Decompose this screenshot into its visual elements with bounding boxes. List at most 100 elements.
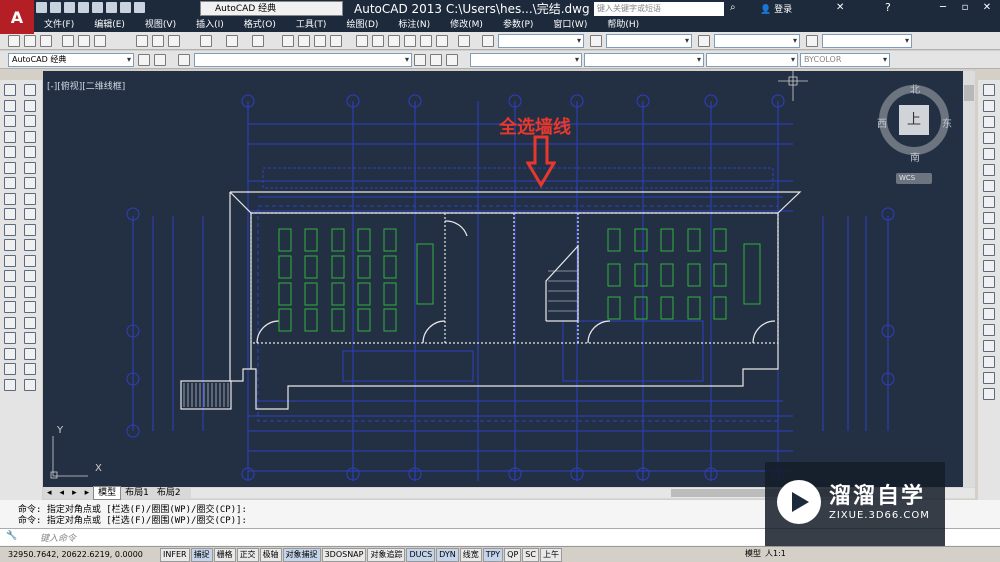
quick-dim-icon[interactable] — [983, 212, 995, 224]
polygon-icon[interactable] — [4, 130, 16, 143]
status-ortho[interactable]: 正交 — [236, 547, 259, 562]
rectangle-icon[interactable] — [4, 146, 16, 158]
restore-button[interactable]: ▫ — [954, 0, 976, 16]
array-icon[interactable] — [24, 146, 36, 158]
nav-prev-icon[interactable]: ◂ — [56, 487, 69, 499]
undo-icon[interactable] — [120, 2, 131, 13]
status-3dosnap[interactable]: 3DOSNAP — [321, 547, 367, 562]
multileader-style-icon[interactable] — [806, 35, 818, 47]
wcs-menu[interactable]: WCS — [896, 173, 932, 184]
stretch-icon[interactable] — [24, 208, 36, 220]
vertical-scrollbar[interactable] — [963, 71, 975, 487]
blend-icon[interactable] — [24, 347, 36, 360]
help-icon[interactable]: ? — [885, 1, 891, 14]
dim-space-icon[interactable] — [983, 260, 995, 272]
angular-icon[interactable] — [983, 196, 995, 208]
menu-parameter[interactable]: 参数(P) — [493, 18, 543, 32]
fillet-icon[interactable] — [24, 316, 36, 329]
multiline-text-icon[interactable] — [4, 363, 16, 375]
zoom-window-icon[interactable] — [314, 35, 326, 47]
arc-length-icon[interactable] — [983, 116, 995, 128]
point-icon[interactable] — [4, 285, 16, 298]
redo-icon[interactable] — [252, 35, 264, 47]
menu-tools[interactable]: 工具(T) — [286, 18, 337, 32]
undo-icon[interactable] — [226, 35, 238, 47]
wrench-icon[interactable]: 🔧 — [6, 531, 17, 541]
region-icon[interactable] — [4, 332, 16, 344]
continue-icon[interactable] — [983, 244, 995, 256]
paste-icon[interactable] — [168, 35, 180, 47]
break-icon[interactable] — [24, 270, 36, 282]
jogged-linear-icon[interactable] — [983, 340, 995, 352]
open-icon[interactable] — [24, 35, 36, 47]
calculator-icon[interactable] — [436, 35, 448, 47]
menu-insert[interactable]: 插入(I) — [186, 18, 234, 32]
search-input[interactable]: 键入关键字或短语 — [594, 2, 724, 16]
make-block-icon[interactable] — [4, 270, 16, 282]
layer-combo[interactable] — [194, 53, 412, 67]
ellipse-icon[interactable] — [4, 223, 16, 236]
region2-icon[interactable] — [24, 363, 36, 375]
extend-icon[interactable] — [24, 239, 36, 251]
dim-update-icon[interactable] — [983, 388, 995, 400]
nav-next-icon[interactable]: ▸ — [68, 487, 81, 499]
scale-icon[interactable] — [24, 192, 36, 205]
workspace-combo[interactable]: AutoCAD 经典 — [8, 53, 134, 67]
text-style-combo[interactable] — [498, 34, 584, 48]
dim-edit-icon[interactable] — [983, 356, 995, 368]
new-icon[interactable] — [36, 2, 47, 13]
model-space-button[interactable]: 模型 — [745, 548, 761, 559]
view-cube-top[interactable]: 上 — [899, 105, 929, 135]
dim-text-edit-icon[interactable] — [983, 372, 995, 384]
status-ducs[interactable]: DUCS — [406, 547, 436, 562]
join-icon[interactable] — [24, 285, 36, 298]
status-infer[interactable]: INFER — [160, 547, 190, 562]
status-otrack[interactable]: 对象追踪 — [367, 547, 406, 562]
dim-style-icon[interactable] — [590, 35, 602, 47]
status-qp[interactable]: QP — [504, 547, 522, 562]
menu-window[interactable]: 窗口(W) — [543, 18, 597, 32]
table-style-icon[interactable] — [698, 35, 710, 47]
design-center-icon[interactable] — [372, 35, 384, 47]
linetype-combo[interactable] — [584, 53, 704, 67]
markup-icon[interactable] — [420, 35, 432, 47]
trim-icon[interactable] — [24, 223, 36, 236]
print-icon[interactable] — [106, 2, 117, 13]
status-lwt[interactable]: 线宽 — [459, 547, 482, 562]
tab-model[interactable]: 模型 — [93, 486, 122, 500]
rotate-icon[interactable] — [24, 177, 36, 189]
status-grid[interactable]: 栅格 — [213, 547, 236, 562]
center-mark-icon[interactable] — [983, 308, 995, 320]
status-polar[interactable]: 极轴 — [259, 547, 282, 562]
menu-file[interactable]: 文件(F) — [34, 18, 84, 32]
spline-icon[interactable] — [4, 208, 16, 220]
exchange-icon[interactable]: ✕ — [836, 2, 844, 13]
layer-previous-icon[interactable] — [414, 54, 426, 66]
zoom-realtime-icon[interactable] — [298, 35, 310, 47]
scroll-thumb[interactable] — [964, 85, 974, 101]
ellipse-arc-icon[interactable] — [4, 239, 16, 251]
mirror-icon[interactable] — [24, 115, 36, 127]
menu-format[interactable]: 格式(O) — [234, 18, 286, 32]
layer-make-current-icon[interactable] — [430, 54, 442, 66]
menu-draw[interactable]: 绘图(D) — [336, 18, 388, 32]
menu-view[interactable]: 视图(V) — [135, 18, 186, 32]
match-properties-icon[interactable] — [200, 35, 212, 47]
explode-icon[interactable] — [24, 332, 36, 344]
workspace-settings-icon[interactable] — [154, 54, 166, 66]
status-sc[interactable]: SC — [522, 547, 539, 562]
hatch-icon[interactable] — [4, 301, 16, 313]
polyline-icon[interactable] — [4, 115, 16, 127]
lengthen-icon[interactable] — [24, 378, 36, 391]
erase-icon[interactable] — [24, 84, 36, 96]
zoom-previous-icon[interactable] — [330, 35, 342, 47]
menu-modify[interactable]: 修改(M) — [440, 18, 493, 32]
tolerance-icon[interactable] — [983, 292, 995, 304]
aligned-dim-icon[interactable] — [983, 100, 995, 112]
login-button[interactable]: 👤 登录 — [760, 2, 792, 15]
break-at-point-icon[interactable] — [24, 254, 36, 267]
status-snap[interactable]: 捕捉 — [190, 547, 213, 562]
dim-break-icon[interactable] — [983, 276, 995, 288]
menu-edit[interactable]: 编辑(E) — [84, 18, 135, 32]
publish-icon[interactable] — [94, 35, 106, 47]
